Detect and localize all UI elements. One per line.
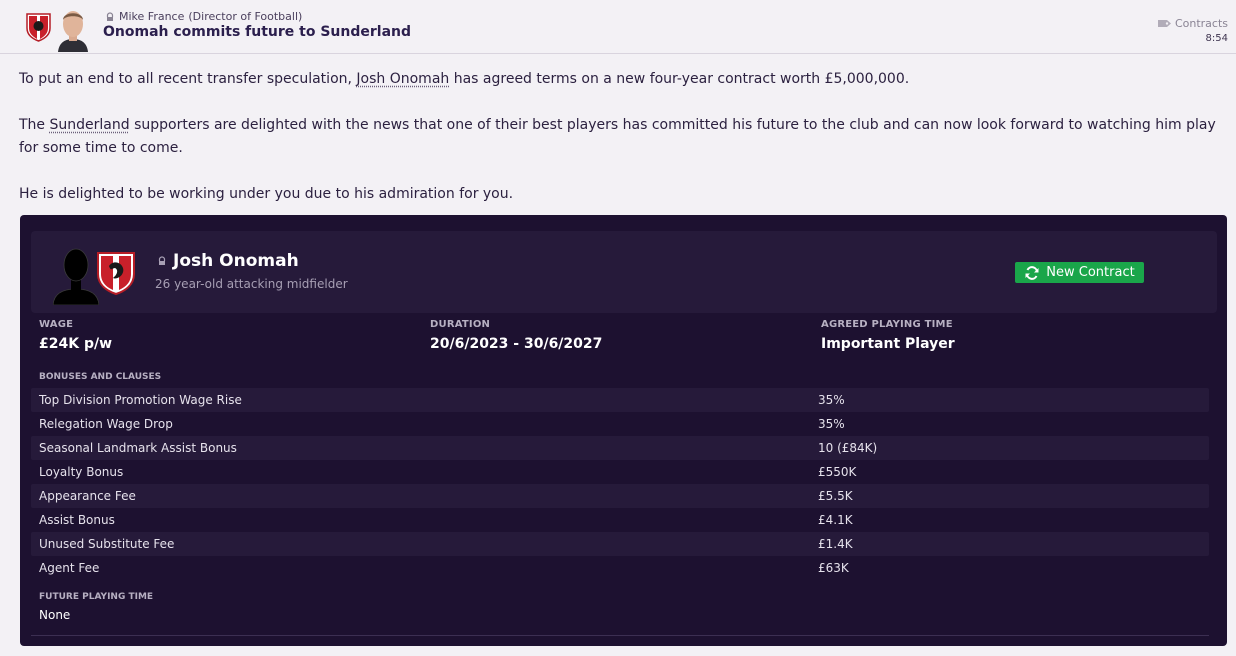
- bonus-label: Appearance Fee: [39, 489, 136, 503]
- contract-panel: Josh Onomah 26 year-old attacking midfie…: [20, 215, 1227, 646]
- bonus-value: £550K: [818, 465, 857, 479]
- club-badge-icon[interactable]: [95, 250, 137, 296]
- playing-time-label: AGREED PLAYING TIME: [821, 319, 953, 330]
- playing-time-value: Important Player: [821, 336, 955, 352]
- bonus-label: Seasonal Landmark Assist Bonus: [39, 441, 237, 455]
- lock-icon: [106, 11, 114, 21]
- sender-line: Mike France (Director of Football): [105, 10, 302, 23]
- new-contract-button[interactable]: New Contract: [1015, 262, 1144, 283]
- body-paragraph-3: He is delighted to be working under you …: [19, 186, 514, 202]
- p2-text-before: The: [19, 117, 50, 133]
- message-header: Mike France (Director of Football) Onoma…: [0, 0, 1236, 54]
- p1-text-after: has agreed terms on a new four-year cont…: [449, 71, 910, 87]
- bonus-row: Top Division Promotion Wage Rise 35%: [31, 388, 1209, 412]
- player-silhouette-icon[interactable]: [53, 245, 99, 305]
- bonus-value: 35%: [818, 393, 845, 407]
- p2-text-after: supporters are delighted with the news t…: [19, 117, 1216, 156]
- wage-value: £24K p/w: [39, 336, 113, 352]
- sender-role: (Director of Football): [188, 10, 303, 23]
- club-badge-icon[interactable]: [25, 12, 52, 42]
- p1-text-before: To put an end to all recent transfer spe…: [19, 71, 357, 87]
- bonus-value: 10 (£84K): [818, 441, 878, 455]
- bonus-label: Assist Bonus: [39, 513, 115, 527]
- bonus-label: Unused Substitute Fee: [39, 537, 175, 551]
- message-subject: Onomah commits future to Sunderland: [103, 24, 411, 40]
- player-description: 26 year-old attacking midfielder: [155, 277, 348, 291]
- sender-name[interactable]: Mike France: [119, 10, 184, 23]
- bonus-label: Top Division Promotion Wage Rise: [39, 393, 242, 407]
- category-label: Contracts: [1174, 17, 1228, 30]
- wage-label: WAGE: [39, 319, 74, 330]
- bonus-row: Appearance Fee £5.5K: [31, 484, 1209, 508]
- new-contract-label: New Contract: [1046, 265, 1135, 280]
- bonus-value: £5.5K: [818, 489, 853, 503]
- message-category[interactable]: Contracts: [1157, 17, 1228, 30]
- player-name[interactable]: Josh Onomah: [173, 251, 299, 271]
- bonus-value: 35%: [818, 417, 845, 431]
- bonus-value: £63K: [818, 561, 849, 575]
- future-playing-time-label: FUTURE PLAYING TIME: [39, 592, 154, 602]
- bonus-row: Unused Substitute Fee £1.4K: [31, 532, 1209, 556]
- bonus-row: Agent Fee £63K: [31, 556, 1209, 580]
- refresh-icon: [1025, 265, 1039, 280]
- bonuses-list: Top Division Promotion Wage Rise 35% Rel…: [31, 388, 1209, 580]
- bonus-value: £1.4K: [818, 537, 853, 551]
- bonus-row: Seasonal Landmark Assist Bonus 10 (£84K): [31, 436, 1209, 460]
- player-card: Josh Onomah 26 year-old attacking midfie…: [31, 231, 1217, 313]
- sender-photo[interactable]: [56, 6, 90, 52]
- message-time: 8:54: [1205, 33, 1228, 44]
- bonus-row: Loyalty Bonus £550K: [31, 460, 1209, 484]
- body-paragraph-1: To put an end to all recent transfer spe…: [19, 68, 1229, 91]
- duration-label: DURATION: [430, 319, 491, 330]
- lock-icon: [158, 256, 166, 265]
- bonus-row: Relegation Wage Drop 35%: [31, 412, 1209, 436]
- divider: [31, 635, 1209, 636]
- player-name-row: Josh Onomah: [157, 251, 299, 271]
- body-paragraph-2: The Sunderland supporters are delighted …: [19, 114, 1229, 160]
- future-playing-time-value: None: [39, 608, 71, 622]
- bonus-label: Agent Fee: [39, 561, 100, 575]
- bonus-label: Relegation Wage Drop: [39, 417, 173, 431]
- bonus-label: Loyalty Bonus: [39, 465, 124, 479]
- bonuses-label: BONUSES AND CLAUSES: [39, 372, 162, 382]
- bonus-row: Assist Bonus £4.1K: [31, 508, 1209, 532]
- tag-icon: [1157, 20, 1171, 27]
- club-link[interactable]: Sunderland: [50, 117, 130, 133]
- player-link[interactable]: Josh Onomah: [356, 71, 449, 87]
- bonus-value: £4.1K: [818, 513, 853, 527]
- duration-value: 20/6/2023 - 30/6/2027: [430, 336, 603, 352]
